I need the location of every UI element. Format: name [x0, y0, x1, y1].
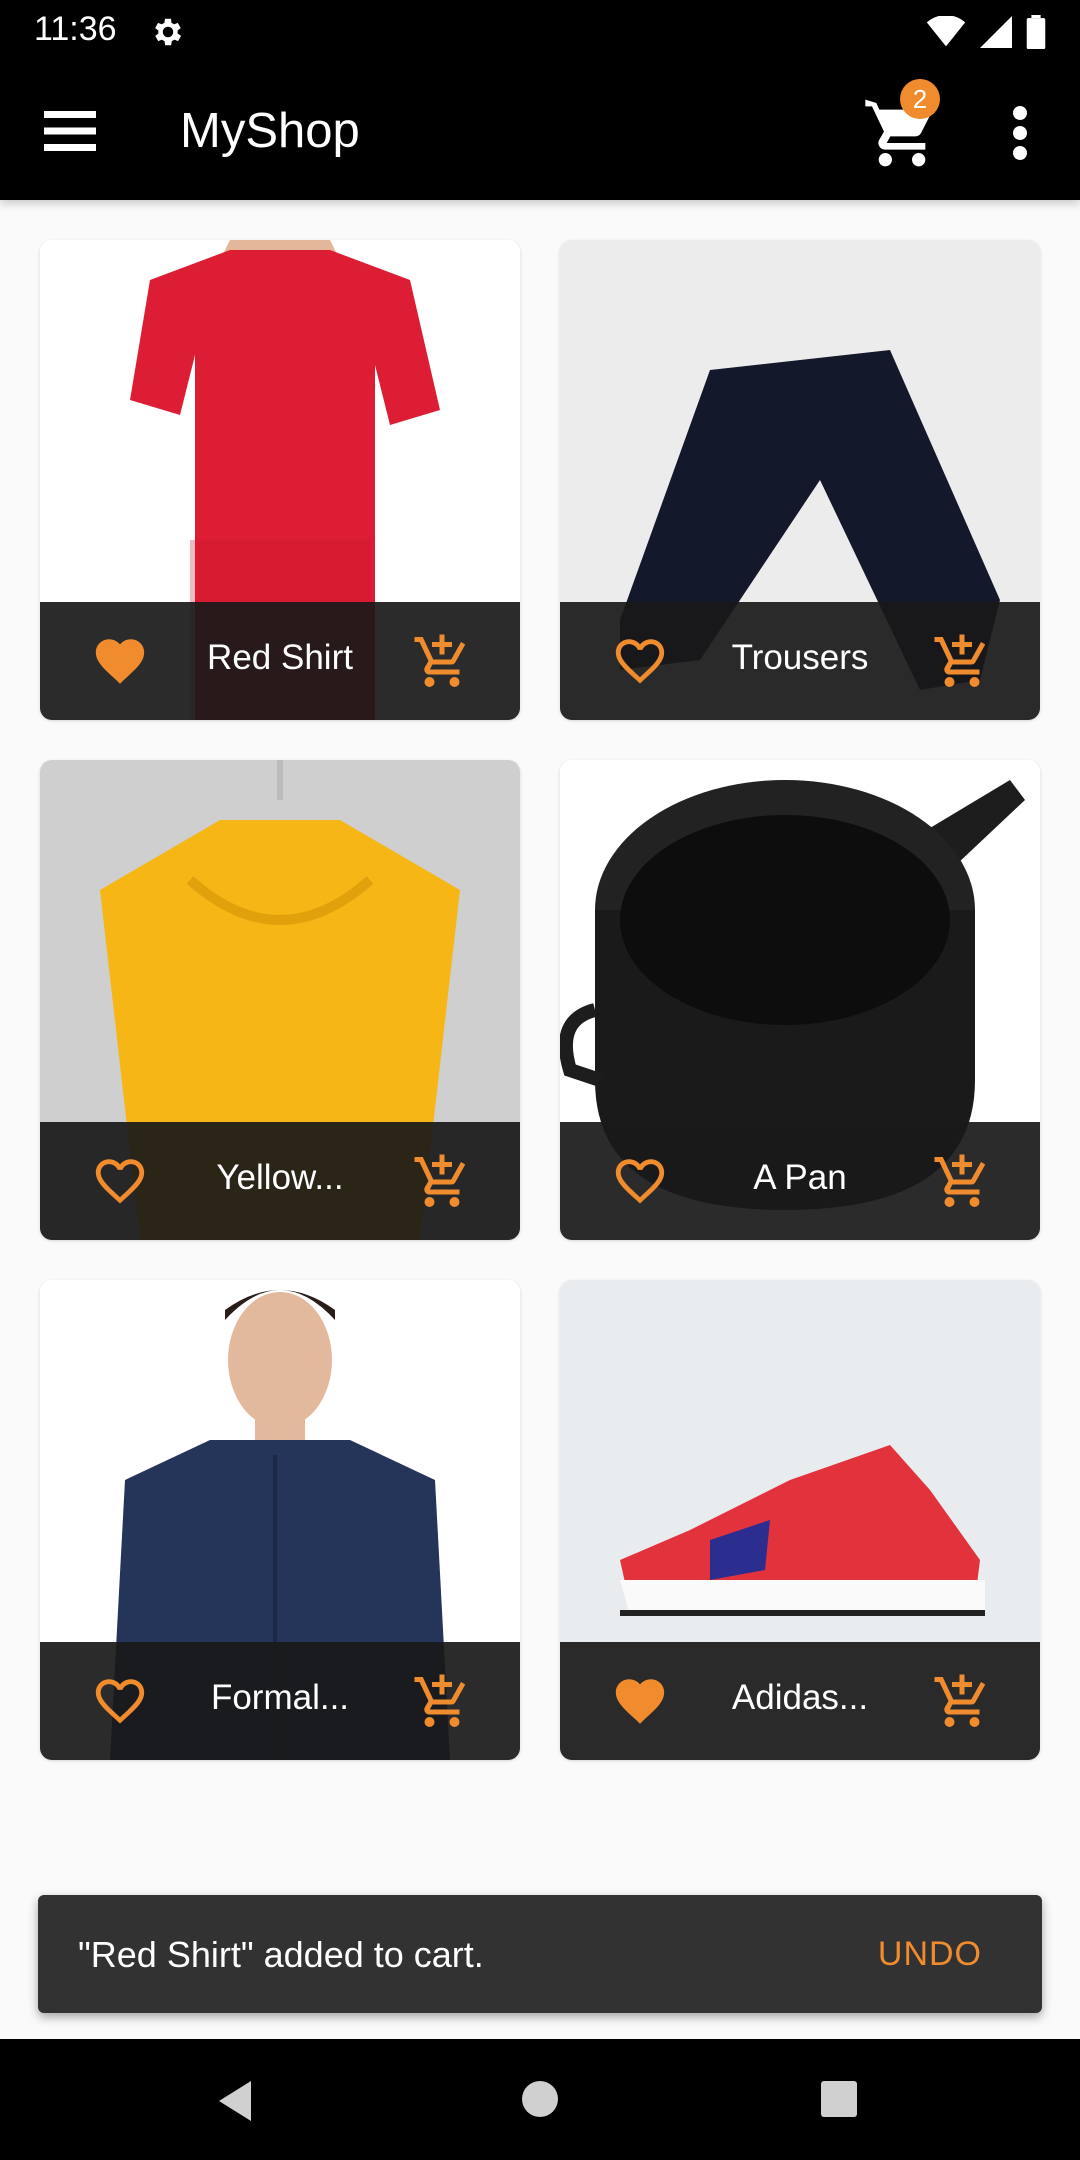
product-name: Trousers — [731, 638, 869, 677]
battery-icon — [1026, 15, 1046, 49]
add-shopping-cart-icon[interactable] — [410, 632, 474, 692]
product-name: Red Shirt — [207, 638, 353, 677]
snackbar-message: "Red Shirt" added to cart. — [78, 1934, 484, 1975]
product-card-red-shirt[interactable]: Red Shirt — [40, 240, 520, 720]
snackbar: "Red Shirt" added to cart. UNDO — [38, 1895, 1042, 2013]
product-footer: A Pan — [560, 1122, 1040, 1240]
gear-icon — [155, 18, 182, 46]
add-shopping-cart-icon[interactable] — [930, 1152, 994, 1212]
product-footer: Red Shirt — [40, 602, 520, 720]
heart-filled-icon[interactable] — [610, 1672, 670, 1730]
heart-outline-icon[interactable] — [610, 632, 670, 690]
heart-outline-icon[interactable] — [90, 1152, 150, 1210]
cart-count-badge: 2 — [900, 79, 940, 119]
system-nav-bar — [0, 2039, 1080, 2160]
product-card-trousers[interactable]: Trousers — [560, 240, 1040, 720]
add-shopping-cart-icon[interactable] — [930, 1672, 994, 1732]
app-title: MyShop — [180, 104, 360, 158]
product-footer: Adidas... — [560, 1642, 1040, 1760]
product-card-yellow-scarf[interactable]: Yellow... — [40, 760, 520, 1240]
wifi-icon — [926, 16, 966, 47]
product-card-formal-shirt[interactable]: Formal... — [40, 1280, 520, 1760]
menu-icon[interactable] — [40, 103, 100, 159]
product-name: Yellow... — [216, 1158, 344, 1197]
back-icon[interactable] — [215, 2079, 255, 2123]
add-shopping-cart-icon[interactable] — [410, 1152, 474, 1212]
app-bar: MyShop 2 — [0, 63, 1080, 200]
status-icons — [926, 12, 1046, 52]
status-time: 11:36 — [34, 10, 117, 48]
product-card-adidas-shoe[interactable]: Adidas... — [560, 1280, 1040, 1760]
recents-icon[interactable] — [821, 2081, 857, 2117]
add-shopping-cart-icon[interactable] — [410, 1672, 474, 1732]
status-bar: 11:36 — [0, 0, 1080, 63]
undo-button[interactable]: UNDO — [878, 1935, 982, 1974]
more-vert-icon[interactable] — [1000, 103, 1040, 163]
product-name: Adidas... — [731, 1678, 869, 1717]
product-footer: Yellow... — [40, 1122, 520, 1240]
heart-outline-icon[interactable] — [610, 1152, 670, 1210]
product-name: A Pan — [753, 1158, 847, 1197]
product-footer: Trousers — [560, 602, 1040, 720]
product-name: Formal... — [210, 1678, 350, 1717]
signal-icon — [980, 16, 1012, 48]
home-icon[interactable] — [522, 2081, 558, 2117]
product-footer: Formal... — [40, 1642, 520, 1760]
heart-filled-icon[interactable] — [90, 632, 150, 690]
heart-outline-icon[interactable] — [90, 1672, 150, 1730]
add-shopping-cart-icon[interactable] — [930, 632, 994, 692]
product-card-pan[interactable]: A Pan — [560, 760, 1040, 1240]
